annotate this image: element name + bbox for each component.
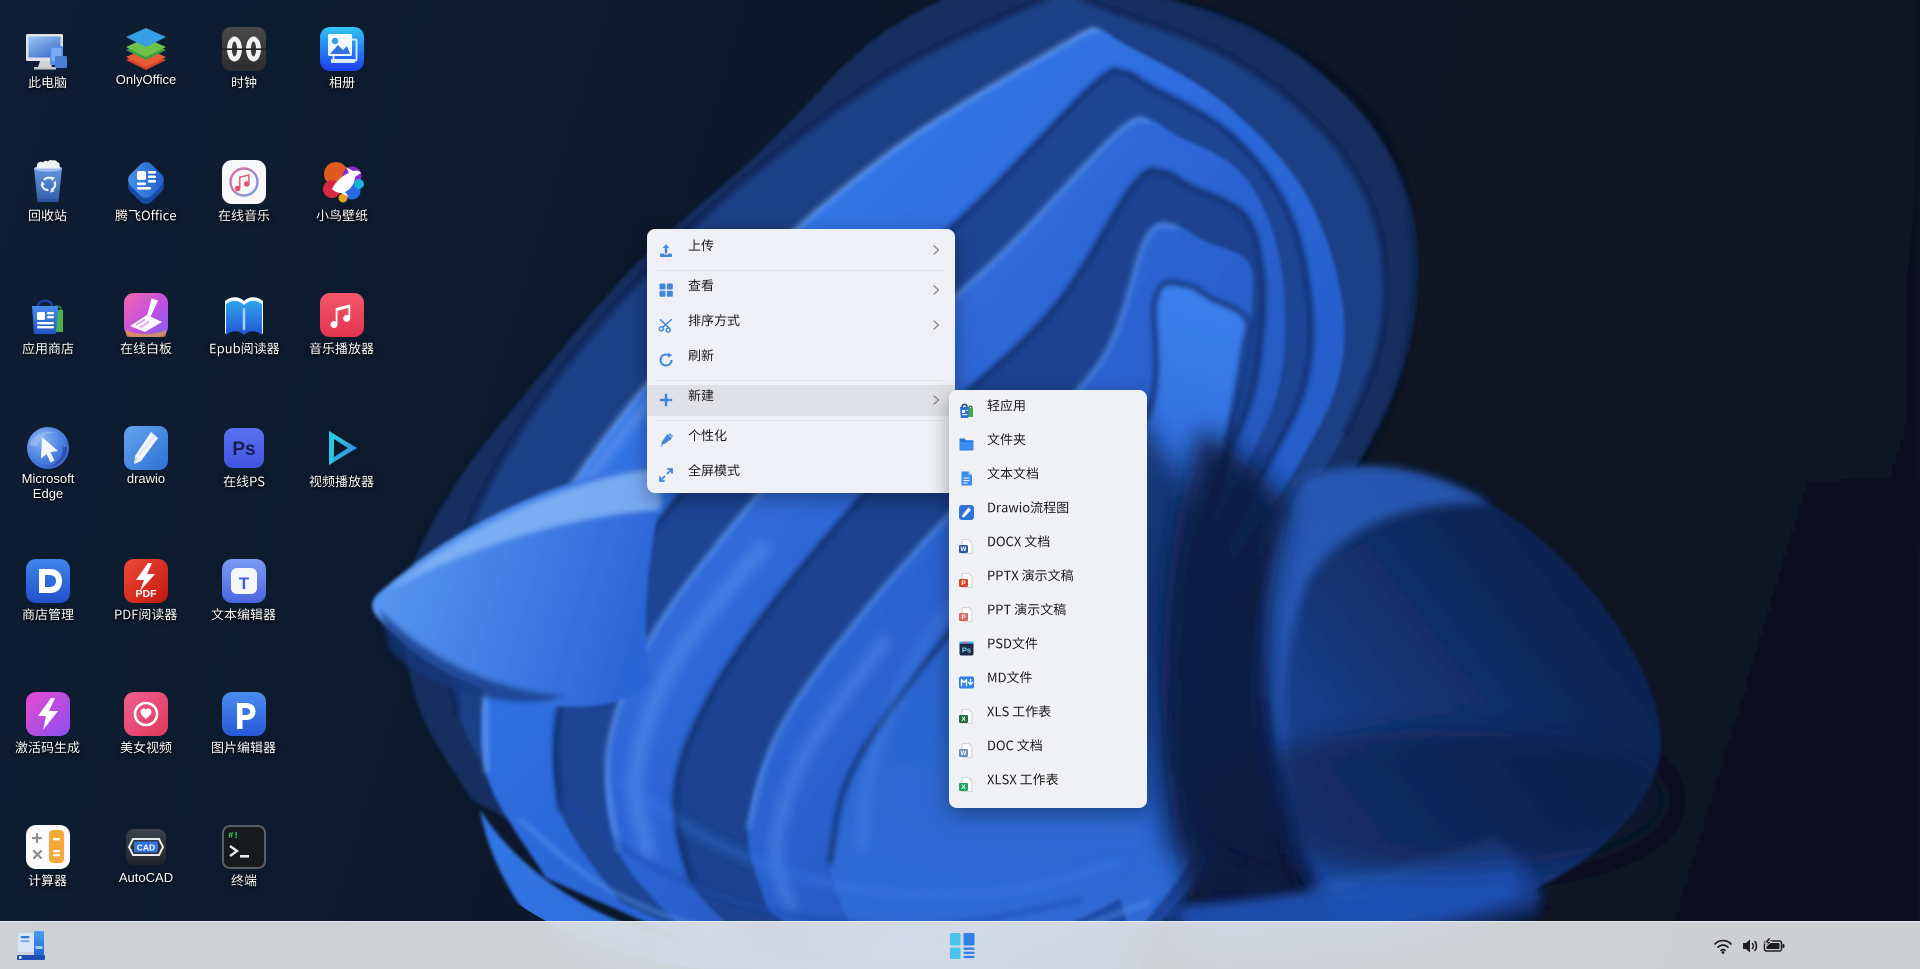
svg-text:Ps: Ps — [962, 645, 971, 654]
svg-text:Ps: Ps — [232, 439, 255, 460]
svg-text:W: W — [960, 750, 967, 757]
svg-text:CAD: CAD — [137, 843, 155, 853]
svg-text:P: P — [961, 580, 966, 587]
svg-text:X: X — [961, 716, 966, 723]
svg-text:X: X — [961, 784, 966, 791]
svg-text:T: T — [239, 574, 250, 593]
svg-text:P: P — [961, 614, 966, 621]
svg-text:W: W — [960, 546, 967, 553]
svg-text:PDF: PDF — [136, 588, 158, 600]
svg-text:#!: #! — [228, 831, 239, 841]
